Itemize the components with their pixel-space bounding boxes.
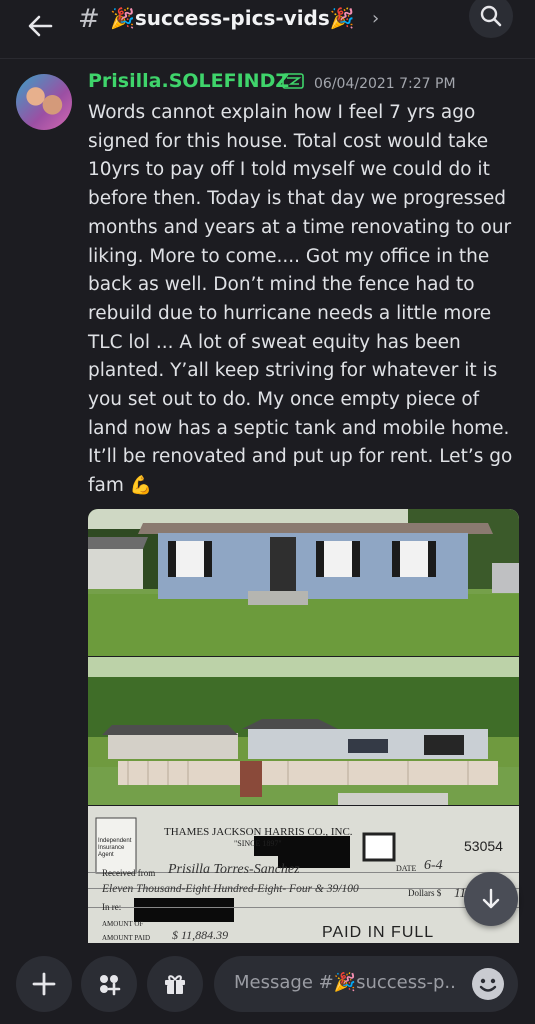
hash-icon: # <box>78 4 100 34</box>
receipt-received-from-value: Prisilla Torres-Sanchez <box>168 862 300 877</box>
receipt-paid-stamp: PAID IN FULL <box>322 924 435 941</box>
emoji-button[interactable] <box>472 968 504 1000</box>
message-text: Words cannot explain how I feel 7 yrs ag… <box>88 102 513 497</box>
search-icon <box>480 5 502 27</box>
receipt-company: THAMES JACKSON HARRIS CO., INC. <box>164 826 353 838</box>
role-badge-icon <box>282 73 304 89</box>
message-composer: Message #🎉success-p.. <box>0 944 535 1024</box>
receipt-agent-text: Independent Insurance Agent <box>98 838 132 858</box>
timestamp: 06/04/2021 7:27 PM <box>314 76 456 92</box>
receipt-in-re-label: In re: <box>102 902 122 912</box>
receipt-amount-paid-label: AMOUNT PAID <box>102 934 151 942</box>
apps-button[interactable] <box>81 956 137 1012</box>
author-name[interactable]: Prisilla.SOLEFINDZ <box>88 70 289 92</box>
avatar[interactable] <box>16 74 72 130</box>
gift-button[interactable] <box>147 956 203 1012</box>
gift-icon <box>165 975 185 994</box>
receipt-amount-words: Eleven Thousand-Eight Hundred-Eight- Fou… <box>102 883 359 895</box>
attachment-image-receipt[interactable]: THAMES JACKSON HARRIS CO., INC. "SINCE 1… <box>88 806 519 943</box>
emoji-icon <box>479 978 497 992</box>
receipt-since: "SINCE 1897" <box>234 839 282 848</box>
attachment-image-property[interactable] <box>88 657 519 805</box>
channel-title[interactable]: 🎉success-pics-vids🎉 <box>110 6 355 30</box>
back-button[interactable] <box>22 8 58 44</box>
receipt-amount-paid-value: $ 11,884.39 <box>172 928 229 942</box>
chevron-right-icon[interactable]: › <box>372 8 379 29</box>
receipt-dollars-label: Dollars $ <box>408 888 442 898</box>
receipt-date-value: 6-4 <box>424 858 443 873</box>
plus-icon <box>32 972 56 996</box>
apps-icon <box>100 975 121 996</box>
receipt-received-from-label: Received from <box>102 868 156 878</box>
arrow-left-icon <box>28 15 53 37</box>
house-photo <box>88 509 519 656</box>
receipt-amount-of-label: AMOUNT OF <box>102 920 144 928</box>
message-content: Words cannot explain how I feel 7 yrs ag… <box>88 99 518 501</box>
property-photo <box>88 657 519 805</box>
receipt-date-label: DATE <box>396 864 417 873</box>
message-placeholder: Message #🎉success-p.. <box>234 972 456 993</box>
search-button[interactable] <box>469 0 513 38</box>
attachment-image-house[interactable] <box>88 509 519 656</box>
add-attachment-button[interactable] <box>16 956 72 1012</box>
jump-to-latest-button[interactable] <box>464 872 518 926</box>
receipt-number: 53054 <box>464 838 503 854</box>
channel-header: # 🎉success-pics-vids🎉 › <box>0 0 535 59</box>
flexed-biceps-emoji: 💪 <box>129 475 153 497</box>
arrow-down-icon <box>482 888 500 909</box>
message-input[interactable]: Message #🎉success-p.. <box>214 956 518 1012</box>
